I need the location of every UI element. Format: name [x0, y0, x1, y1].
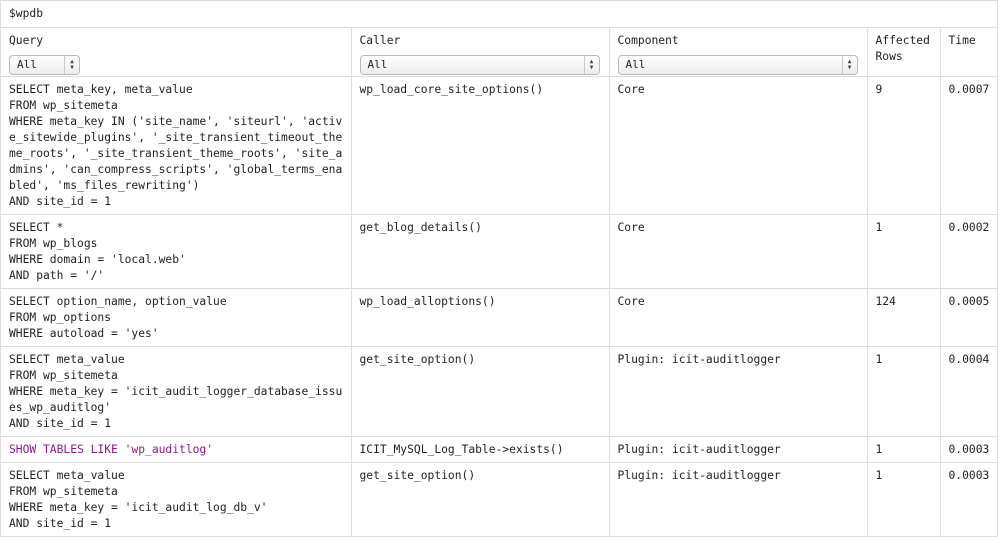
query-cell: SELECT meta_key, meta_value FROM wp_site… [1, 76, 352, 215]
query-cell: SELECT meta_value FROM wp_sitemeta WHERE… [1, 346, 352, 437]
header-time[interactable]: Time [940, 28, 997, 77]
affected-rows-cell: 1 [867, 436, 941, 463]
header-component-label: Component [617, 34, 679, 47]
caller-cell: get_blog_details() [351, 214, 610, 289]
select-arrow-icon: ▲ ▼ [64, 56, 79, 74]
header-caller-label: Caller [359, 34, 401, 47]
header-caller: Caller All ▲ ▼ [351, 28, 610, 77]
affected-rows-cell: 9 [867, 76, 941, 215]
queries-table: Query All ▲ ▼ Caller All ▲ ▼ Component A… [1, 28, 997, 537]
select-arrow-icon: ▲ ▼ [841, 56, 857, 74]
time-cell: 0.0003 [940, 462, 997, 537]
component-cell: Plugin: icit-auditlogger [609, 346, 868, 437]
time-cell: 0.0007 [940, 76, 997, 215]
panel-caption: $wpdb [1, 1, 997, 28]
caller-cell: get_site_option() [351, 346, 610, 437]
time-cell: 0.0004 [940, 346, 997, 437]
table-row: SELECT option_name, option_value FROM wp… [1, 288, 997, 347]
affected-rows-cell: 124 [867, 288, 941, 347]
caller-filter-select[interactable]: All ▲ ▼ [359, 55, 600, 75]
component-cell: Plugin: icit-auditlogger [609, 436, 868, 463]
affected-rows-cell: 1 [867, 346, 941, 437]
header-affected-rows[interactable]: Affected Rows [867, 28, 941, 77]
table-row: SELECT meta_value FROM wp_sitemeta WHERE… [1, 346, 997, 437]
query-type-filter-value: All [17, 58, 37, 71]
component-cell: Core [609, 214, 868, 289]
table-row: SELECT meta_key, meta_value FROM wp_site… [1, 76, 997, 215]
header-query: Query All ▲ ▼ [1, 28, 352, 77]
time-cell: 0.0005 [940, 288, 997, 347]
caller-filter-value: All [367, 58, 388, 71]
affected-rows-cell: 1 [867, 462, 941, 537]
time-cell: 0.0002 [940, 214, 997, 289]
table-row: SELECT meta_value FROM wp_sitemeta WHERE… [1, 462, 997, 537]
component-cell: Core [609, 288, 868, 347]
caller-cell: ICIT_MySQL_Log_Table->exists() [351, 436, 610, 463]
caller-cell: get_site_option() [351, 462, 610, 537]
select-arrow-icon: ▲ ▼ [583, 56, 599, 74]
caller-cell: wp_load_alloptions() [351, 288, 610, 347]
query-cell: SELECT meta_value FROM wp_sitemeta WHERE… [1, 462, 352, 537]
header-query-label: Query [9, 34, 44, 47]
table-header-row: Query All ▲ ▼ Caller All ▲ ▼ Component A… [1, 28, 997, 77]
component-filter-value: All [625, 58, 646, 71]
query-type-filter-select[interactable]: All ▲ ▼ [9, 55, 80, 75]
component-cell: Plugin: icit-auditlogger [609, 462, 868, 537]
query-monitor-panel: $wpdb Query All ▲ ▼ Caller All ▲ ▼ Compo… [0, 0, 998, 537]
time-cell: 0.0003 [940, 436, 997, 463]
component-filter-select[interactable]: All ▲ ▼ [617, 55, 858, 75]
query-cell: SHOW TABLES LIKE 'wp_auditlog' [1, 436, 352, 463]
table-row: SHOW TABLES LIKE 'wp_auditlog' ICIT_MySQ… [1, 436, 997, 463]
query-cell: SELECT option_name, option_value FROM wp… [1, 288, 352, 347]
component-cell: Core [609, 76, 868, 215]
header-component: Component All ▲ ▼ [609, 28, 868, 77]
table-row: SELECT * FROM wp_blogs WHERE domain = 'l… [1, 214, 997, 289]
affected-rows-cell: 1 [867, 214, 941, 289]
query-cell: SELECT * FROM wp_blogs WHERE domain = 'l… [1, 214, 352, 289]
caller-cell: wp_load_core_site_options() [351, 76, 610, 215]
